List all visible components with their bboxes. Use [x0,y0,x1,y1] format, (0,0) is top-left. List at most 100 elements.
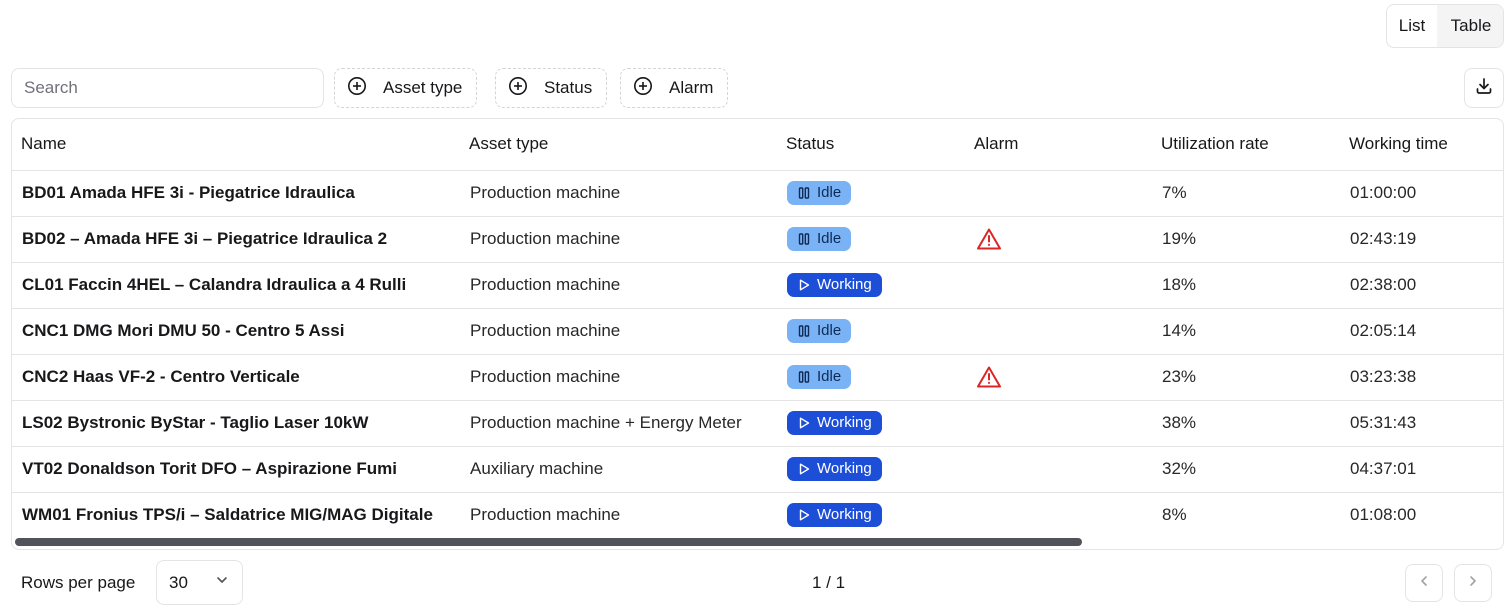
status-label: Working [817,276,872,293]
asset-name-cell[interactable]: VT02 Donaldson Torit DFO – Aspirazione F… [12,446,460,493]
status-cell: Idle [777,216,965,263]
status-label: Working [817,460,872,477]
table-row[interactable]: CNC2 Haas VF-2 - Centro Verticale Product… [12,354,1503,401]
filter-label: Alarm [669,78,714,97]
status-label: Working [817,506,872,524]
status-cell: Working [777,400,965,447]
alarm-cell [965,170,1152,217]
pause-icon [797,186,811,200]
play-icon [797,462,811,476]
play-icon [797,508,811,522]
alarm-cell [965,308,1152,355]
horizontal-scrollbar[interactable] [15,538,1082,546]
asset-type-cell: Production machine [460,354,777,401]
status-badge: Idle [787,365,852,389]
previous-page-button[interactable] [1405,564,1443,602]
utilization-rate-cell: 23% [1152,354,1340,401]
play-icon [797,416,811,430]
status-cell: Working [777,492,965,538]
column-header-alarm[interactable]: Alarm [965,119,1152,171]
view-toggle: List Table [1386,4,1504,48]
status-label: Idle [817,184,842,201]
rows-per-page-label: Rows per page [21,573,136,592]
asset-type-cell: Production machine [460,262,777,309]
table-row[interactable]: WM01 Fronius TPS/i – Saldatrice MIG/MAG … [12,492,1503,538]
table-row[interactable]: BD01 Amada HFE 3i - Piegatrice Idraulica… [12,170,1503,217]
working-time-cell: 05:31:43 [1340,400,1503,447]
asset-name-cell[interactable]: LS02 Bystronic ByStar - Taglio Laser 10k… [12,400,460,447]
asset-type-cell: Production machine [460,308,777,355]
asset-type-cell: Production machine [460,216,777,263]
utilization-rate-cell: 14% [1152,308,1340,355]
play-icon [797,278,811,292]
view-list-button[interactable]: List [1387,5,1437,47]
table-row[interactable]: CL01 Faccin 4HEL – Calandra Idraulica a … [12,262,1503,309]
filter-label: Status [544,78,593,97]
working-time-cell: 01:00:00 [1340,170,1503,217]
download-button[interactable] [1464,68,1504,108]
assets-table: Name Asset type Status Alarm Utilization… [11,118,1504,550]
warning-triangle-icon[interactable] [975,365,1152,389]
working-time-cell: 02:05:14 [1340,308,1503,355]
filter-status-button[interactable]: Status [495,68,608,108]
asset-name-cell[interactable]: WM01 Fronius TPS/i – Saldatrice MIG/MAG … [12,492,460,538]
warning-triangle-icon[interactable] [975,227,1152,251]
utilization-rate-cell: 32% [1152,446,1340,493]
asset-type-cell: Production machine + Energy Meter [460,400,777,447]
status-label: Working [817,414,872,431]
asset-name-cell[interactable]: CNC1 DMG Mori DMU 50 - Centro 5 Assi [12,308,460,355]
plus-circle-icon [347,76,367,101]
status-badge: Working [787,273,882,297]
download-icon [1474,76,1494,101]
search-input[interactable] [11,68,324,108]
table-row[interactable]: VT02 Donaldson Torit DFO – Aspirazione F… [12,446,1503,493]
rows-per-page-select[interactable]: 30 [156,560,243,605]
filter-asset-type-button[interactable]: Asset type [334,68,478,108]
pagination-footer: Rows per page 30 1 / 1 [0,560,1512,606]
utilization-rate-cell: 18% [1152,262,1340,309]
status-badge: Idle [787,319,852,343]
status-badge: Idle [787,181,852,205]
alarm-cell [965,262,1152,309]
utilization-rate-cell: 7% [1152,170,1340,217]
table-row[interactable]: CNC1 DMG Mori DMU 50 - Centro 5 Assi Prod… [12,308,1503,355]
asset-name-cell[interactable]: CL01 Faccin 4HEL – Calandra Idraulica a … [12,262,460,309]
working-time-cell: 02:43:19 [1340,216,1503,263]
toolbar: Asset type Status Alarm [11,68,1504,108]
pause-icon [797,324,811,338]
status-cell: Working [777,262,965,309]
table-row[interactable]: LS02 Bystronic ByStar - Taglio Laser 10k… [12,400,1503,447]
pause-icon [797,232,811,246]
asset-type-cell: Auxiliary machine [460,446,777,493]
status-badge: Idle [787,227,852,251]
utilization-rate-cell: 8% [1162,505,1187,525]
status-badge: Working [787,411,882,435]
alarm-cell [965,400,1152,447]
column-header-asset-type[interactable]: Asset type [460,119,777,171]
working-time-cell: 03:23:38 [1340,354,1503,401]
alarm-cell [965,492,1152,538]
working-time-cell: 02:38:00 [1340,262,1503,309]
pause-icon [797,370,811,384]
column-header-utilization-rate[interactable]: Utilization rate [1152,119,1340,171]
column-header-status[interactable]: Status [777,119,965,171]
next-page-button[interactable] [1454,564,1492,602]
chevron-left-icon [1416,573,1432,594]
page-indicator: 1 / 1 [812,573,846,592]
status-cell: Idle [777,308,965,355]
column-header-name[interactable]: Name [12,119,460,171]
alarm-cell [965,446,1152,493]
status-cell: Idle [777,170,965,217]
view-table-button[interactable]: Table [1437,5,1503,47]
asset-type-cell: Production machine [470,505,621,525]
asset-name-cell[interactable]: CNC2 Haas VF-2 - Centro Verticale [12,354,460,401]
working-time-cell: 04:37:01 [1340,446,1503,493]
alarm-cell [965,354,1152,401]
status-label: Idle [817,230,842,247]
chevron-down-icon [214,572,230,593]
asset-name-cell[interactable]: BD01 Amada HFE 3i - Piegatrice Idraulica [12,170,460,217]
asset-name-cell[interactable]: BD02 – Amada HFE 3i – Piegatrice Idrauli… [12,216,460,263]
column-header-working-time[interactable]: Working time [1340,119,1503,171]
filter-alarm-button[interactable]: Alarm [620,68,729,108]
table-row[interactable]: BD02 – Amada HFE 3i – Piegatrice Idrauli… [12,216,1503,263]
